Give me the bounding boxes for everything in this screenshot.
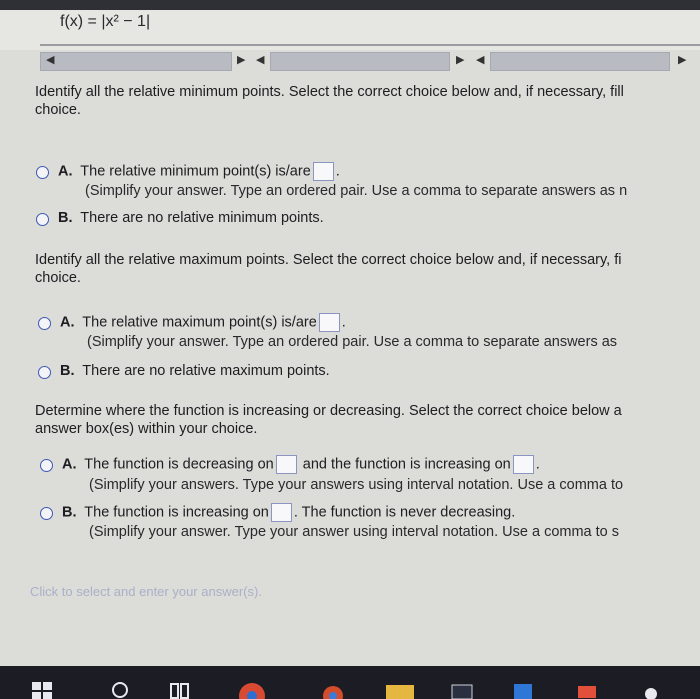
scroll-right-arrow-icon-3[interactable]: ▶ <box>678 53 686 66</box>
chrome-icon-2[interactable] <box>318 676 348 699</box>
folder-icon[interactable] <box>382 676 418 699</box>
q3-option-a-radio[interactable] <box>40 459 53 472</box>
q3-prompt: Determine where the function is increasi… <box>35 403 622 437</box>
q3-option-a[interactable]: A. The function is decreasing on and the… <box>62 455 540 474</box>
scroll-right-arrow-icon-2[interactable]: ▶ <box>456 53 464 66</box>
q2-option-b-radio[interactable] <box>38 366 51 379</box>
store-icon[interactable] <box>508 676 538 699</box>
question-content: Identify all the relative minimum points… <box>0 74 700 664</box>
scroll-right-arrow-icon[interactable]: ▶ <box>237 53 245 66</box>
chrome-icon[interactable] <box>232 676 272 699</box>
q1-option-b[interactable]: B. There are no relative minimum points. <box>58 209 324 227</box>
q3-decreasing-box[interactable] <box>275 455 297 474</box>
q2-option-a[interactable]: A. The relative maximum point(s) is/are. <box>60 313 346 332</box>
q1-option-b-radio[interactable] <box>36 213 49 226</box>
function-label: f(x) = |x² − 1| <box>60 13 151 30</box>
q2-option-a-hint: (Simplify your answer. Type an ordered p… <box>87 334 618 350</box>
scroll-left-arrow-icon-2[interactable]: ◀ <box>256 53 264 66</box>
q3-option-b-box[interactable] <box>270 503 292 522</box>
q1-option-a-hint: (Simplify your answer. Type an ordered p… <box>85 183 628 199</box>
answer-prompt[interactable]: Click to select and enter your answer(s)… <box>30 584 262 599</box>
graph-scrollbar-left[interactable] <box>40 52 232 71</box>
top-dark-strip <box>0 0 700 10</box>
q1-option-a-radio[interactable] <box>36 166 49 179</box>
task-view-icon[interactable] <box>168 676 192 699</box>
q1-option-a[interactable]: A. The relative minimum point(s) is/are. <box>58 162 340 181</box>
q1-prompt: Identify all the relative minimum points… <box>35 84 624 118</box>
search-icon[interactable] <box>108 676 132 699</box>
scroll-left-arrow-icon-3[interactable]: ◀ <box>476 53 484 66</box>
q3-increasing-box[interactable] <box>512 455 534 474</box>
app-icon-2[interactable] <box>636 676 666 699</box>
q3-option-b-hint: (Simplify your answer. Type your answer … <box>89 524 620 540</box>
graph-scrollbar-middle[interactable] <box>270 52 450 71</box>
graph-divider <box>40 44 700 46</box>
q2-option-a-radio[interactable] <box>38 317 51 330</box>
page: f(x) = |x² − 1| ◀ ▶ ◀ ▶ ◀ ▶ Identify all… <box>0 0 700 699</box>
q3-option-a-hint: (Simplify your answers. Type your answer… <box>89 477 624 493</box>
q2-answer-box[interactable] <box>318 313 340 332</box>
q1-answer-box[interactable] <box>312 162 334 181</box>
scroll-left-arrow-icon[interactable]: ◀ <box>46 53 54 66</box>
mail-icon[interactable] <box>572 676 602 699</box>
app-icon[interactable] <box>448 676 478 699</box>
q3-option-b-radio[interactable] <box>40 507 53 520</box>
graph-scrollbar-right[interactable] <box>490 52 670 71</box>
q2-option-b[interactable]: B. There are no relative maximum points. <box>60 362 330 380</box>
windows-start-icon[interactable] <box>30 676 54 699</box>
q3-option-b[interactable]: B. The function is increasing on. The fu… <box>62 503 515 522</box>
q2-prompt: Identify all the relative maximum points… <box>35 252 622 286</box>
